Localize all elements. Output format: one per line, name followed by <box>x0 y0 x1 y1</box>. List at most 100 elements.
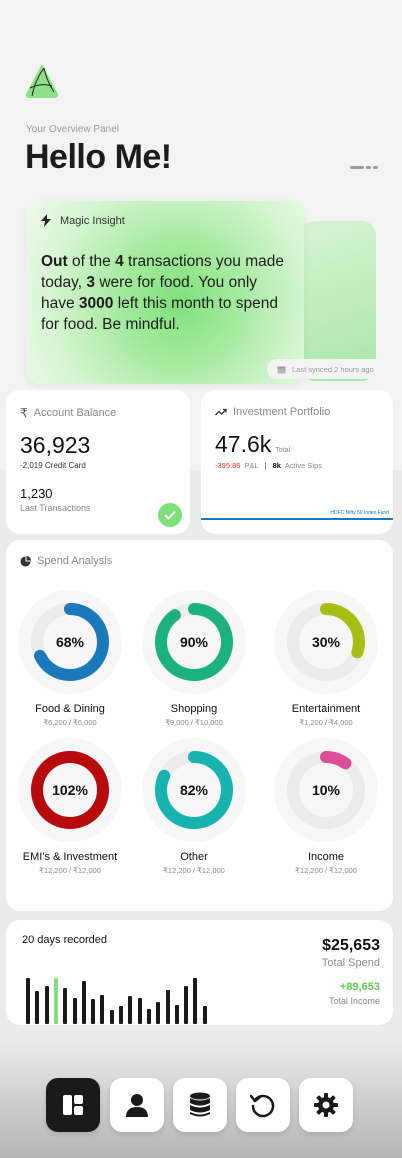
sync-status: Last synced 2 hours ago <box>267 359 388 379</box>
days-recorded-card: 20 days recorded $25,653 Total Spend +89… <box>6 920 393 1025</box>
spend-percent: 82% <box>179 782 209 798</box>
day-bar <box>128 996 133 1024</box>
nav-dashboard-button[interactable] <box>46 1078 100 1132</box>
gear-icon <box>314 1093 338 1117</box>
day-bar <box>165 990 170 1024</box>
day-bar <box>156 1002 161 1024</box>
dashboard-icon <box>63 1095 83 1115</box>
page-title: Hello Me! <box>25 138 172 176</box>
spend-amount: ₹12,200 / ₹12,000 <box>295 866 357 875</box>
spend-amount: ₹12,200 / ₹12,000 <box>39 866 101 875</box>
app-logo-icon <box>25 64 59 98</box>
total-spend-label: Total Spend <box>321 957 380 969</box>
active-sips-label: Active Sips <box>284 461 323 470</box>
days-recorded-title: 20 days recorded <box>22 934 107 946</box>
account-balance-title: Account Balance <box>33 407 117 419</box>
spend-percent: 102% <box>52 782 88 798</box>
spend-percent: 30% <box>311 634 341 650</box>
total-income-label: Total Income <box>328 996 380 1006</box>
day-bar <box>137 998 142 1024</box>
day-bar <box>109 1010 114 1024</box>
investment-portfolio-card[interactable]: Investment Portfolio 47.6k Total -395.86… <box>201 390 393 534</box>
insight-header: Magic Insight <box>40 214 125 227</box>
spend-label: EMI's & Investment <box>22 851 118 863</box>
spend-amount: ₹12,200 / ₹12,000 <box>163 866 225 875</box>
sync-text: Last synced 2 hours ago <box>292 364 374 374</box>
refresh-icon <box>250 1094 275 1118</box>
spend-analysis-card: Spend Analysis 68% Food & Dining ₹6,200 / … <box>6 540 393 911</box>
trend-up-icon <box>215 408 227 416</box>
fund-name: HDFC Nifty 50 Index Fund <box>330 510 389 516</box>
menu-icon[interactable] <box>348 160 380 174</box>
active-sips-value: 8k <box>272 461 281 470</box>
nav-history-button[interactable] <box>236 1078 290 1132</box>
spend-label: Income <box>307 851 345 863</box>
investment-title: Investment Portfolio <box>233 406 331 418</box>
nav-settings-button[interactable] <box>299 1078 353 1132</box>
insight-text-part: 3 <box>86 274 96 291</box>
database-icon <box>190 1092 210 1117</box>
day-bar <box>100 995 105 1024</box>
investment-header: Investment Portfolio <box>215 406 330 418</box>
spend-percent: 90% <box>179 634 209 650</box>
rupee-icon: ₹ <box>20 406 28 420</box>
transactions-count: 1,230 <box>20 486 53 501</box>
spend-item[interactable]: 30% Entertainment ₹1,200 / ₹4,000 <box>274 590 378 727</box>
divider: | <box>264 461 267 470</box>
day-bar <box>35 991 40 1024</box>
spend-amount: ₹6,200 / ₹6,000 <box>43 718 97 727</box>
day-bar <box>72 998 77 1024</box>
spend-item[interactable]: 102% EMI's & Investment ₹12,200 / ₹12,000 <box>18 738 122 875</box>
day-bar <box>146 1009 151 1024</box>
investment-total-label: Total <box>275 447 291 454</box>
pl-value: -395.86 <box>215 461 241 470</box>
check-icon[interactable] <box>158 503 182 527</box>
day-bar <box>202 1006 207 1024</box>
day-bar <box>91 999 96 1024</box>
spend-label: Shopping <box>170 703 218 715</box>
pie-chart-icon <box>20 555 31 566</box>
insight-text-part: 4 <box>115 253 124 270</box>
spend-item[interactable]: 90% Shopping ₹9,000 / ₹10,000 <box>142 590 246 727</box>
day-bar <box>44 986 49 1024</box>
spend-amount: ₹1,200 / ₹4,000 <box>299 718 353 727</box>
insight-card-next[interactable] <box>300 221 376 381</box>
account-balance-header: ₹ Account Balance <box>20 406 116 420</box>
day-bar <box>174 1005 179 1024</box>
total-spend-value: $25,653 <box>322 937 380 954</box>
day-bar <box>81 981 86 1024</box>
insight-text-part: of the <box>67 253 116 270</box>
day-bar <box>184 986 189 1024</box>
day-bar <box>53 978 58 1024</box>
day-bar <box>193 978 198 1024</box>
insight-text-part: 3000 <box>78 295 114 312</box>
pl-label: P&L <box>244 461 259 470</box>
spend-amount: ₹9,000 / ₹10,000 <box>165 718 223 727</box>
spend-item[interactable]: 10% Income ₹12,200 / ₹12,000 <box>274 738 378 875</box>
total-income-value: +89,653 <box>339 981 380 993</box>
calendar-icon <box>277 366 286 373</box>
spend-label: Food & Dining <box>35 703 105 715</box>
insight-message: Out of the 4 transactions you made today… <box>41 251 291 335</box>
lightning-icon <box>41 214 51 227</box>
insight-text-part: Out <box>41 253 68 270</box>
spend-item[interactable]: 68% Food & Dining ₹6,200 / ₹6,000 <box>18 590 122 727</box>
day-bar <box>26 978 30 1024</box>
spend-item[interactable]: 82% Other ₹12,200 / ₹12,000 <box>142 738 246 875</box>
fund-progress-line <box>201 518 393 520</box>
spend-label: Other <box>180 851 208 863</box>
nav-profile-button[interactable] <box>110 1078 164 1132</box>
spend-analysis-header: Spend Analysis <box>20 555 112 567</box>
nav-database-button[interactable] <box>173 1078 227 1132</box>
account-balance-card[interactable]: ₹ Account Balance 36,923 -2,019 Credit C… <box>6 390 190 534</box>
day-bar <box>119 1006 123 1024</box>
spend-percent: 10% <box>311 782 341 798</box>
account-balance-value: 36,923 <box>20 432 91 458</box>
transactions-label: Last Transactions <box>20 503 91 513</box>
investment-value: 47.6k <box>215 431 272 457</box>
day-bar <box>63 988 68 1024</box>
insight-title: Magic Insight <box>60 214 125 227</box>
spend-percent: 68% <box>55 634 85 650</box>
spend-label: Entertainment <box>291 703 361 715</box>
credit-card-value: -2,019 Credit Card <box>20 461 86 470</box>
